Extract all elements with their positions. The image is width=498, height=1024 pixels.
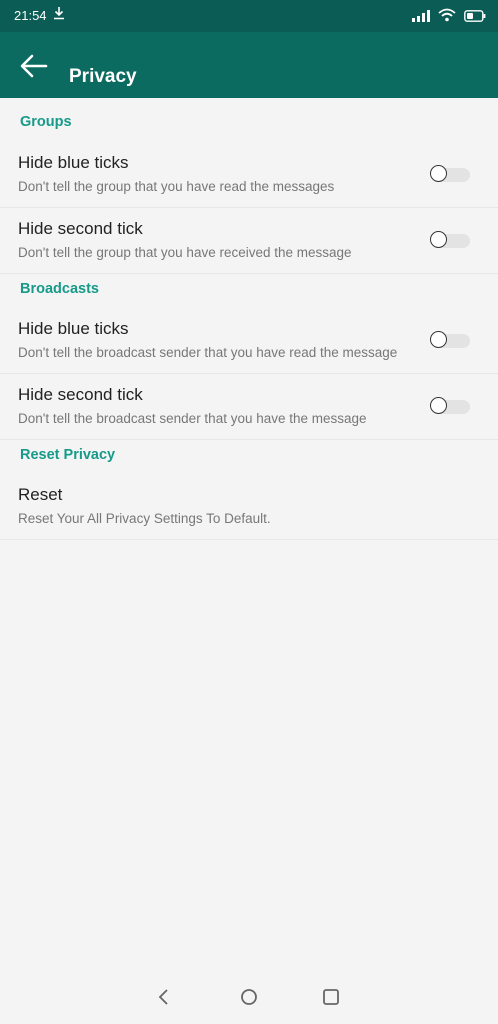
setting-subtitle: Don't tell the broadcast sender that you…	[18, 411, 367, 426]
setting-reset[interactable]: Reset Reset Your All Privacy Settings To…	[0, 474, 498, 540]
nav-recents-icon[interactable]	[320, 986, 342, 1008]
app-bar: Privacy	[0, 32, 498, 98]
setting-subtitle: Reset Your All Privacy Settings To Defau…	[18, 511, 271, 526]
setting-title: Hide blue ticks	[18, 153, 129, 172]
toggle-switch[interactable]	[430, 164, 470, 182]
status-time: 21:54	[14, 8, 47, 23]
setting-groups-hide-blue-ticks[interactable]: Hide blue ticks Don't tell the group tha…	[0, 142, 498, 208]
nav-back-icon[interactable]	[153, 986, 175, 1008]
nav-home-icon[interactable]	[238, 986, 260, 1008]
section-header-groups: Groups	[20, 114, 72, 130]
page-title: Privacy	[69, 66, 137, 87]
setting-title: Reset	[18, 485, 63, 504]
setting-title: Hide blue ticks	[18, 319, 129, 338]
section-header-broadcasts: Broadcasts	[20, 281, 99, 297]
system-nav-bar	[0, 984, 498, 1024]
toggle-switch[interactable]	[430, 330, 470, 348]
setting-subtitle: Don't tell the group that you have recei…	[18, 245, 352, 260]
toggle-switch[interactable]	[430, 396, 470, 414]
settings-list: Groups Hide blue ticks Don't tell the gr…	[0, 98, 498, 540]
setting-broadcasts-hide-second-tick[interactable]: Hide second tick Don't tell the broadcas…	[0, 374, 498, 440]
signal-icon	[412, 9, 430, 27]
setting-subtitle: Don't tell the broadcast sender that you…	[18, 345, 398, 360]
battery-icon	[464, 9, 486, 27]
section-header-reset-privacy: Reset Privacy	[20, 447, 116, 463]
status-icons	[412, 8, 486, 27]
toggle-knob	[430, 230, 447, 248]
setting-groups-hide-second-tick[interactable]: Hide second tick Don't tell the group th…	[0, 208, 498, 274]
toggle-knob	[430, 164, 447, 182]
setting-subtitle: Don't tell the group that you have read …	[18, 179, 335, 194]
status-bar: 21:54	[0, 0, 498, 32]
wifi-icon	[438, 8, 456, 27]
setting-title: Hide second tick	[18, 385, 143, 404]
toggle-knob	[430, 396, 447, 414]
setting-title: Hide second tick	[18, 219, 143, 238]
toggle-knob	[430, 330, 447, 348]
setting-broadcasts-hide-blue-ticks[interactable]: Hide blue ticks Don't tell the broadcast…	[0, 308, 498, 374]
download-icon	[53, 6, 65, 25]
back-arrow-icon[interactable]	[18, 52, 52, 80]
toggle-switch[interactable]	[430, 230, 470, 248]
